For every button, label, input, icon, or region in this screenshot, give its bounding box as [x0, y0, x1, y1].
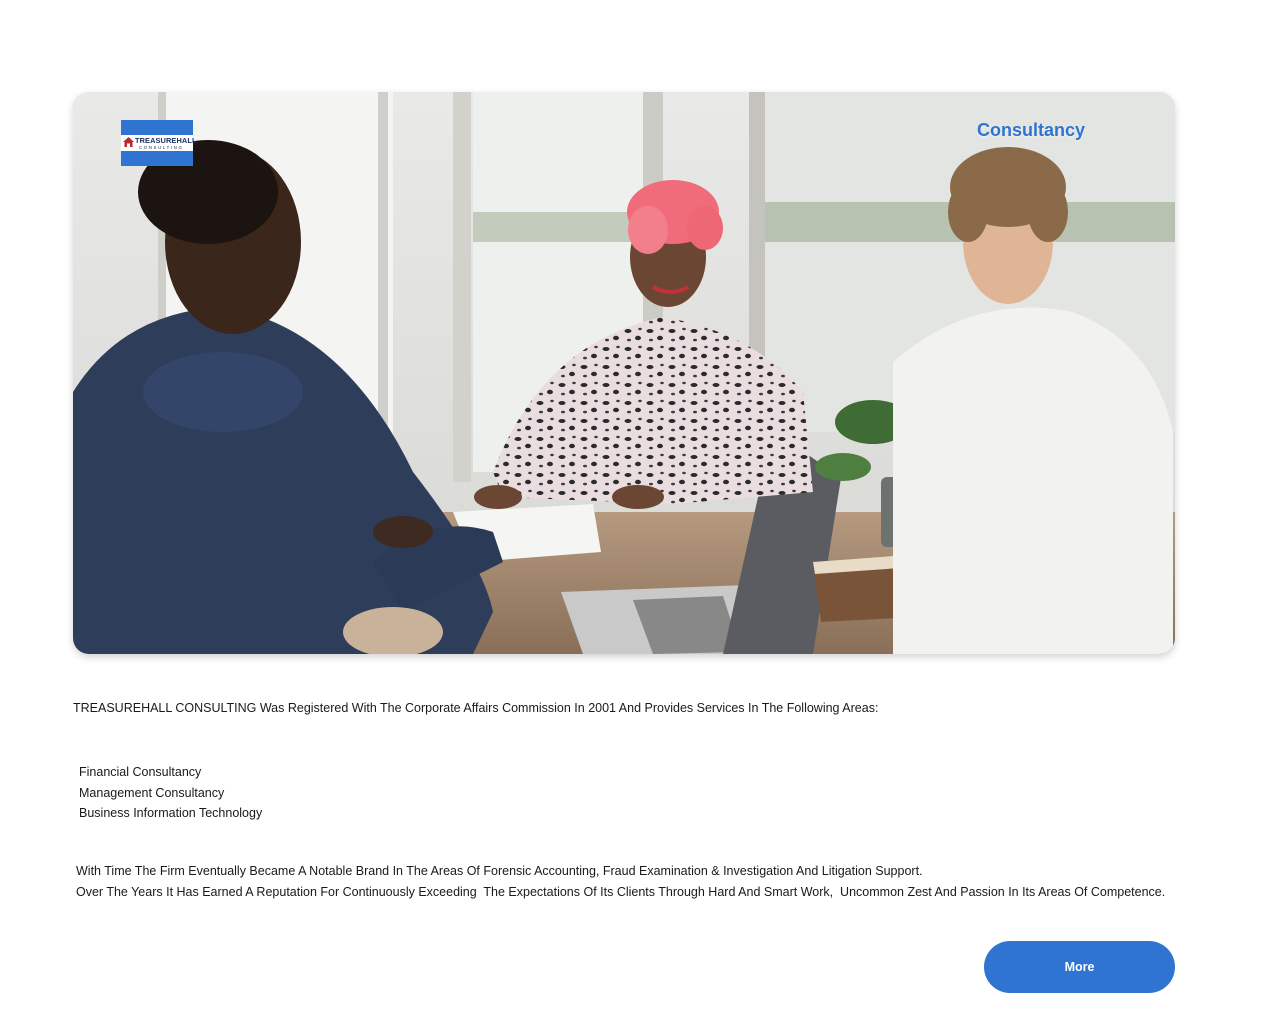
intro-text: TREASUREHALL CONSULTING Was Registered W… — [73, 701, 879, 715]
company-logo: TREASUREHALL CONSULTING — [121, 120, 196, 166]
reputation-paragraph: Over The Years It Has Earned A Reputatio… — [76, 885, 1166, 899]
house-icon — [123, 137, 134, 147]
more-button[interactable]: More — [984, 941, 1175, 993]
meeting-photo — [73, 92, 1175, 654]
hero-image: TREASUREHALL CONSULTING Consultancy — [73, 92, 1175, 654]
list-item: Management Consultancy — [79, 785, 225, 800]
logo-name: TREASUREHALL — [135, 136, 197, 145]
page: TREASUREHALL CONSULTING Consultancy TREA… — [0, 0, 1280, 1012]
logo-subtitle: CONSULTING — [139, 145, 184, 150]
history-paragraph: With Time The Firm Eventually Became A N… — [76, 864, 923, 878]
logo-band: TREASUREHALL CONSULTING — [121, 135, 196, 151]
services-list: Financial Consultancy Management Consult… — [79, 762, 262, 824]
list-item: Financial Consultancy — [79, 765, 202, 779]
list-item: Business Information Technology — [79, 806, 263, 820]
hero-tag: Consultancy — [977, 120, 1086, 140]
